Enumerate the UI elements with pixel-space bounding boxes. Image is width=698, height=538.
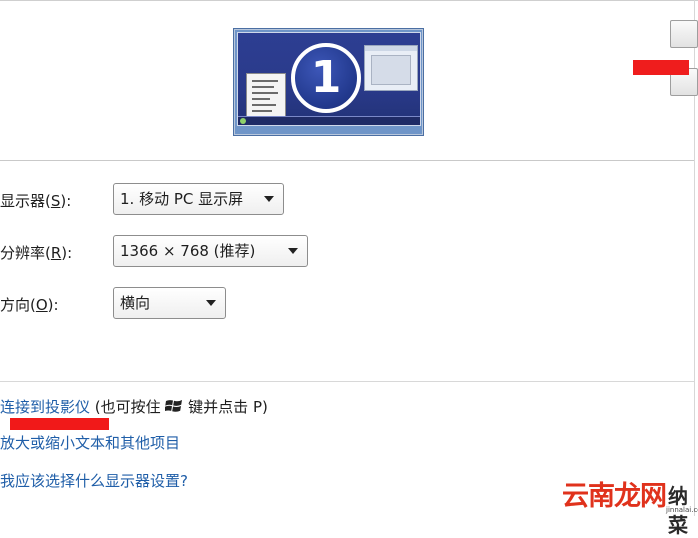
orientation-label: 方向(O): (0, 296, 59, 314)
display-label: 显示器(S): (0, 192, 72, 210)
monitor-number-badge: 1 (291, 43, 361, 113)
preview-taskbar (238, 116, 420, 125)
chevron-down-icon (206, 300, 216, 306)
separator-preview (0, 160, 694, 161)
projector-hint-after: 键并点击 P) (183, 398, 268, 416)
detect-button[interactable] (670, 20, 698, 48)
windows-logo-icon (165, 400, 183, 412)
top-border (0, 0, 698, 1)
orientation-select[interactable]: 横向 (113, 287, 226, 319)
display-settings-help-link[interactable]: 我应该选择什么显示器设置? (0, 470, 188, 491)
display-select[interactable]: 1. 移动 PC 显示屏 (113, 183, 284, 215)
connect-projector-link[interactable]: 连接到投影仪 (0, 398, 90, 416)
start-orb-icon (240, 118, 246, 124)
resolution-select-value: 1366 × 768 (推荐) (120, 242, 256, 260)
watermark-url: jinnalai.com (666, 506, 698, 514)
orientation-select-value: 横向 (120, 294, 151, 312)
highlight-mark-projector (10, 418, 109, 430)
projector-row: 连接到投影仪 (也可按住 键并点击 P) (0, 396, 268, 417)
highlight-mark-top (633, 60, 689, 75)
projector-hint-before: (也可按住 (90, 398, 166, 416)
resolution-label: 分辨率(R): (0, 244, 73, 262)
separator-links (0, 381, 694, 382)
chevron-down-icon (288, 248, 298, 254)
watermark-main-text: 云南龙网 (562, 481, 667, 512)
monitor-preview[interactable]: 1 (233, 28, 424, 136)
text-size-link[interactable]: 放大或缩小文本和其他项目 (0, 432, 180, 453)
watermark-logo: 云南龙网 纳菜 jinnalai.com (562, 474, 698, 537)
display-select-value: 1. 移动 PC 显示屏 (120, 190, 244, 208)
resolution-select[interactable]: 1366 × 768 (推荐) (113, 235, 308, 267)
preview-window-left (246, 73, 286, 121)
preview-window-right (364, 45, 418, 91)
monitor-screen: 1 (237, 32, 421, 126)
chevron-down-icon (264, 196, 274, 202)
